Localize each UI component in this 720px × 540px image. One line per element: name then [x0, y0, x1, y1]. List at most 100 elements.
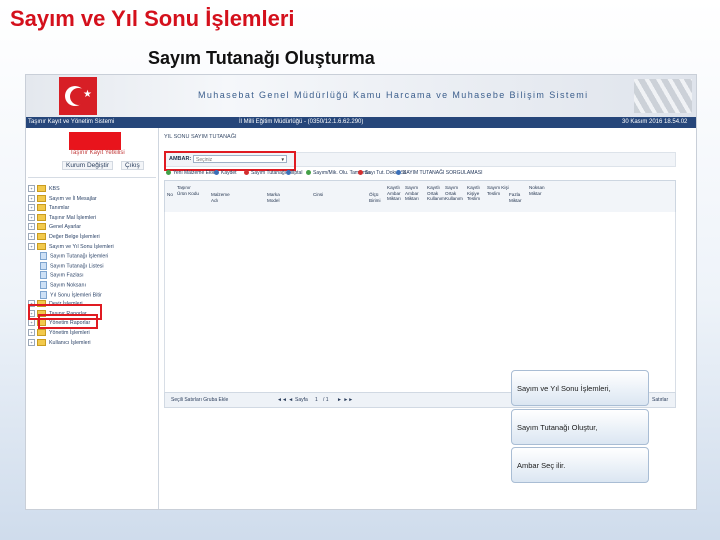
column-header[interactable]: Malzeme Adı [211, 192, 233, 203]
toolbar-button-label: Yeni Malzeme Ekle [173, 170, 216, 176]
expand-icon[interactable]: + [28, 213, 35, 221]
expand-icon[interactable]: + [28, 338, 35, 346]
add-to-group-button[interactable]: Seçili Satırları Gruba Ekle [171, 397, 228, 403]
expand-icon[interactable]: + [28, 194, 35, 202]
document-icon [40, 290, 47, 299]
column-header[interactable]: Taşınır Ürün Kodu [177, 185, 199, 196]
toolbar-button[interactable]: İptal [286, 168, 302, 178]
expand-icon[interactable]: + [28, 204, 35, 212]
callout-step-1: Sayım ve Yıl Sonu İşlemleri, [511, 370, 649, 406]
tree-item-label: Tanımlar [49, 205, 70, 212]
pager-page-label: Sayfa [295, 397, 308, 403]
tree-item[interactable]: + Tanımlar [28, 204, 156, 214]
highlight-sayim-tutanagi [38, 314, 98, 329]
red-highlight-box [69, 132, 121, 150]
column-header[interactable]: Fazla Miktar [509, 192, 531, 203]
column-header[interactable]: Sayım Kişi Teslim [487, 185, 509, 196]
blue-action-icon [214, 170, 219, 176]
tree-item-label: Sayım ve Yıl Sonu İşlemleri [49, 243, 114, 250]
folder-icon [37, 338, 46, 346]
divider [28, 177, 156, 178]
red-action-icon [244, 170, 249, 176]
column-header[interactable]: Noksan Miktar [529, 185, 551, 196]
folder-icon [37, 204, 46, 212]
tree-item-label: Genel Ayarlar [49, 224, 81, 231]
toolbar-button-label: SAYIM TUTANAĞI SORGULAMASI [403, 170, 483, 176]
toolbar: Yeni Malzeme Ekle Kaydet Sayım Tutanağı Si… [164, 168, 674, 178]
folder-icon [37, 194, 46, 202]
pens-decoration-icon [634, 79, 692, 113]
tree-item[interactable]: + KBS [28, 185, 156, 195]
tree-item[interactable]: Sayım Tutanağı İşlemleri [28, 252, 156, 262]
pager-nav-prev[interactable]: ◄◄ ◄ [277, 397, 293, 403]
column-header[interactable]: Sayım Ortak Kullanım [445, 185, 467, 202]
document-icon [40, 252, 47, 261]
red-action-icon [358, 170, 363, 176]
tree-item-label: Sayım ve İl Mesajlar [49, 195, 97, 202]
expand-icon[interactable]: + [28, 185, 35, 193]
turkish-flag-icon: ★ [59, 77, 97, 115]
banner-title: Muhasebat Genel Müdürlüğü Kamu Harcama v… [198, 90, 589, 100]
folder-icon [37, 213, 46, 221]
pager-page-input[interactable]: 1 [315, 397, 318, 403]
callout-step-2: Sayım Tutanağı Oluştur, [511, 409, 649, 445]
logout-button[interactable]: Çıkış [120, 161, 144, 170]
toolbar-button-label: İptal [293, 170, 303, 176]
tree-item-label: Sayım Fazlası [50, 272, 84, 279]
document-icon [40, 271, 47, 280]
blue-action-icon [396, 170, 401, 176]
document-icon [40, 280, 47, 289]
toolbar-button[interactable]: SAYIM TUTANAĞI SORGULAMASI [396, 168, 482, 178]
grid-body [164, 212, 676, 393]
tree-item-label: Sayım Noksanı [50, 282, 86, 289]
tree-item[interactable]: Sayım Fazlası [28, 271, 156, 281]
tree-item[interactable]: + Değer Belge İşlemleri [28, 233, 156, 243]
status-institution: İl Milli Eğitim Müdürlüğü - (0350/12.1.6… [239, 119, 364, 125]
expand-icon[interactable]: + [28, 319, 35, 327]
left-panel: Taşınır Kayıt Yetkilisi Kurum Değiştir Çı… [26, 128, 159, 509]
pager-page-total: / 1 [323, 397, 329, 403]
slide-title: Sayım ve Yıl Sonu İşlemleri [10, 6, 295, 31]
expand-icon[interactable]: + [28, 233, 35, 241]
folder-icon [37, 223, 46, 231]
form-title: YIL SONU SAYIM TUTANAĞI [164, 134, 237, 140]
tree-item[interactable]: + Genel Ayarlar [28, 223, 156, 233]
callout-step-3: Ambar Seç ilir. [511, 447, 649, 483]
tree-item[interactable]: + Sayım ve Yıl Sonu İşlemleri [28, 242, 156, 253]
folder-icon [37, 185, 46, 193]
green-action-icon [166, 170, 171, 176]
user-role-link[interactable]: Taşınır Kayıt Yetkilisi [70, 150, 125, 156]
toolbar-button[interactable]: Yeni Malzeme Ekle [166, 168, 215, 178]
tree-item[interactable]: Yıl Sonu İşlemleri Bitir [28, 290, 156, 301]
tree-item-label: Sayım Tutanağı Listesi [50, 263, 104, 270]
tree-item[interactable]: + Kullanıcı İşlemleri [28, 338, 156, 349]
column-header[interactable]: Marka Model [267, 192, 289, 203]
tree-item[interactable]: Sayım Tutanağı Listesi [28, 261, 156, 272]
toolbar-button[interactable]: Kaydet [214, 168, 237, 178]
status-system-name: Taşınır Kayıt ve Yönetim Sistemi [28, 119, 115, 125]
change-institution-button[interactable]: Kurum Değiştir [62, 161, 113, 170]
tree-item-label: Değer Belge İşlemleri [49, 233, 100, 240]
expand-icon[interactable]: + [28, 223, 35, 231]
main-content: YIL SONU SAYIM TUTANAĞI AMBAR: Seçiniz ▼… [164, 134, 676, 410]
blue-action-icon [286, 170, 291, 176]
status-bar: Taşınır Kayıt ve Yönetim Sistemi İl Mill… [26, 117, 696, 128]
tree-item[interactable]: + Yönetim İşlemleri [28, 329, 156, 339]
tree-item-label: Taşınır Mal İşlemleri [49, 214, 97, 221]
tree-item-label: Sayım Tutanağı İşlemleri [50, 253, 109, 260]
status-datetime: 30 Kasım 2016 18.54.02 [622, 119, 688, 125]
expand-icon[interactable]: + [28, 329, 35, 336]
app-banner: ★ Muhasebat Genel Müdürlüğü Kamu Harcama… [26, 75, 696, 117]
tree-item[interactable]: Sayım Noksanı [28, 280, 156, 291]
column-header[interactable]: Kayıtlı Kişiye Teslim [467, 185, 489, 202]
pager-nav-next[interactable]: ► ►► [337, 397, 353, 403]
green-action-icon [306, 170, 311, 176]
tree-item-label: Kullanıcı İşlemleri [49, 339, 91, 346]
expand-icon[interactable]: + [28, 242, 35, 250]
tree-item[interactable]: + Taşınır Mal İşlemleri [28, 213, 156, 224]
tree-item[interactable]: + Sayım ve İl Mesajlar [28, 194, 156, 205]
column-header[interactable]: Cinsi [313, 192, 335, 198]
tree-item-label: Yıl Sonu İşlemleri Bitir [50, 291, 102, 298]
column-header[interactable]: Sayım Ambar Miktarı [405, 185, 427, 202]
grid-header: No Taşınır Ürün Kodu Malzeme Adı Marka Mode… [164, 180, 676, 214]
